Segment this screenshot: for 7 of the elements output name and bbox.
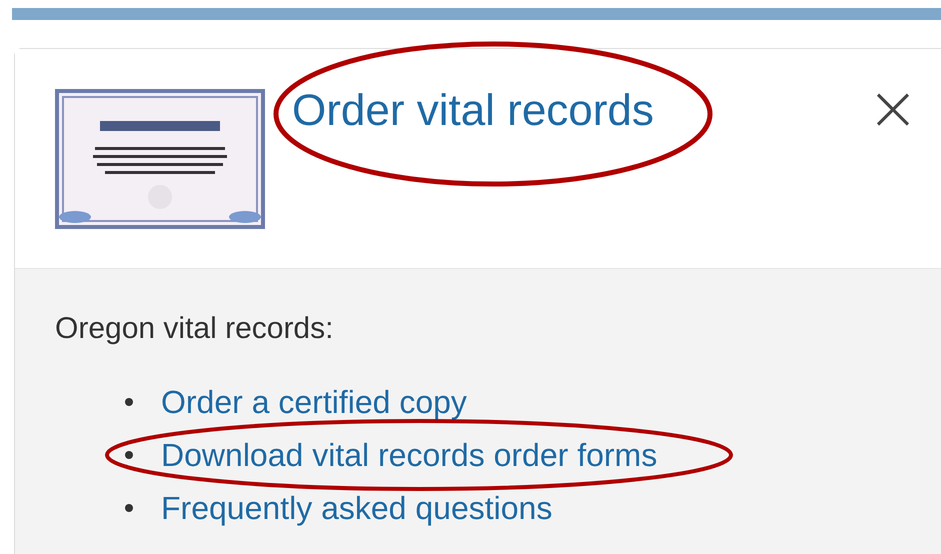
link[interactable]: Frequently asked questions — [161, 488, 552, 528]
close-button[interactable]: × — [867, 77, 919, 139]
bullet-icon — [125, 450, 133, 458]
bullet-icon — [125, 504, 133, 512]
intro-text: Oregon vital records: — [55, 311, 334, 347]
link[interactable]: Order a certified copy — [161, 382, 467, 422]
bullet-icon — [125, 398, 133, 406]
